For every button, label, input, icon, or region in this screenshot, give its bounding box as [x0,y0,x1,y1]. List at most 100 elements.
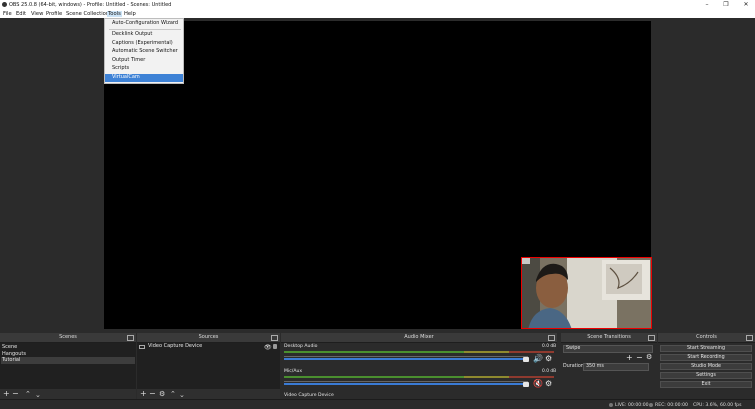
sources-toolbar: + − ⚙ ⌃ ⌃ [137,389,280,399]
sources-header: Sources [137,333,280,343]
scenes-title: Scenes [59,334,77,340]
window-title: OBS 25.0.8 (64-bit, windows) - Profile: … [9,1,172,8]
live-time: LIVE: 00:00:00 [615,402,649,408]
scene-transitions-title: Scene Transitions [587,334,631,340]
scenes-header: Scenes [0,333,136,343]
duration-input[interactable]: 350 ms [583,362,649,371]
menu-item-auto-configuration-wizard[interactable]: Auto-Configuration Wizard [105,20,183,28]
menu-profile[interactable]: Profile [46,11,62,17]
live-indicator-icon [609,403,613,407]
sources-dock: Sources Video Capture Device 👁 + − ⚙ ⌃ ⌃ [137,333,280,399]
add-transition-icon[interactable]: + [626,353,633,362]
menu-bar: File Edit View Profile Scene Collection … [0,9,755,18]
camera-icon [139,345,145,349]
muted-speaker-icon[interactable]: 🔇 [533,379,543,388]
menu-view[interactable]: View [31,11,43,17]
audio-mixer-dock: Audio Mixer Desktop Audio 0.0 dB 🔊 ⚙ Mic… [281,333,557,399]
scenes-list: Scene Hangouts Tutorial [0,343,136,389]
controls-title: Controls [696,334,717,340]
channel-name: Mic/Aux [284,369,303,374]
remove-scene-icon[interactable]: − [12,390,19,398]
audio-mixer-title: Audio Mixer [404,334,434,340]
channel-settings-gear-icon[interactable]: ⚙ [545,354,552,363]
volume-slider[interactable] [284,383,528,385]
menu-help[interactable]: Help [124,11,136,17]
remove-source-icon[interactable]: − [149,390,156,398]
duration-label: Duration [563,364,584,369]
menu-edit[interactable]: Edit [16,11,26,17]
webcam-image [522,258,651,328]
move-up-icon[interactable]: ⌃ [170,390,176,398]
exit-button[interactable]: Exit [660,381,752,388]
audio-mixer-header: Audio Mixer [281,333,557,343]
menu-item-scripts[interactable]: Scripts [105,65,183,73]
meter-scale [284,378,528,382]
rec-indicator-icon [649,403,653,407]
sources-title: Sources [198,334,219,340]
menu-item-output-timer[interactable]: Output Timer [105,57,183,65]
menu-tools[interactable]: Tools [107,10,122,17]
undock-icon[interactable] [746,335,753,341]
scenes-toolbar: + − ⌃ ⌃ [0,389,136,399]
mixer-channel-desktop-audio: Desktop Audio 0.0 dB 🔊 ⚙ [282,344,557,366]
undock-icon[interactable] [127,335,134,341]
menu-separator [109,29,181,30]
settings-button[interactable]: Settings [660,372,752,379]
close-button[interactable]: ✕ [740,1,752,8]
channel-settings-gear-icon[interactable]: ⚙ [545,379,552,388]
scene-transitions-dock: Scene Transitions Swipe + − ⚙ Duration 3… [561,333,657,399]
controls-body: Start Streaming Start Recording Studio M… [658,343,755,399]
menu-item-virtualcam[interactable]: VirtualCam [105,74,183,82]
volume-slider-handle[interactable] [523,356,529,362]
visibility-eye-icon[interactable]: 👁 [264,344,272,351]
menu-scene-collection[interactable]: Scene Collection [66,11,109,17]
mixer-channel-mic-aux: Mic/Aux 0.0 dB 🔇 ⚙ [282,369,557,391]
move-down-icon[interactable]: ⌃ [35,390,41,398]
scenes-dock: Scenes Scene Hangouts Tutorial + − ⌃ ⌃ [0,333,136,399]
menu-file[interactable]: File [3,11,12,17]
undock-icon[interactable] [548,335,555,341]
volume-slider-handle[interactable] [523,381,529,387]
video-capture-source[interactable] [521,257,652,329]
scene-item-selected[interactable]: Tutorial [1,357,135,364]
channel-db: 0.0 dB [542,369,557,374]
menu-item-decklink-output[interactable]: Decklink Output [105,31,183,39]
obs-logo-icon [2,1,7,7]
channel-name: Video Capture Device [284,393,334,398]
status-bar: LIVE: 00:00:00 REC: 00:00:00 CPU: 3.6%, … [0,399,755,409]
maximize-button[interactable]: ❐ [720,1,732,8]
source-properties-gear-icon[interactable]: ⚙ [159,390,165,398]
cpu-fps: CPU: 3.6%, 60.00 fps [693,402,742,408]
speaker-icon[interactable]: 🔊 [533,354,543,363]
transition-settings-gear-icon[interactable]: ⚙ [646,353,652,361]
start-streaming-button[interactable]: Start Streaming [660,345,752,352]
add-scene-icon[interactable]: + [3,390,10,398]
add-source-icon[interactable]: + [140,390,147,398]
tools-menu: Auto-Configuration Wizard Decklink Outpu… [104,18,184,84]
studio-mode-button[interactable]: Studio Mode [660,363,752,370]
undock-icon[interactable] [271,335,278,341]
move-down-icon[interactable]: ⌃ [179,390,185,398]
channel-db: 0.0 dB [542,344,557,349]
start-recording-button[interactable]: Start Recording [660,354,752,361]
transition-select[interactable]: Swipe [563,345,653,353]
undock-icon[interactable] [648,335,655,341]
controls-dock: Controls Start Streaming Start Recording… [658,333,755,399]
audio-mixer-body: Desktop Audio 0.0 dB 🔊 ⚙ Mic/Aux 0.0 dB … [281,343,557,399]
remove-transition-icon[interactable]: − [636,353,643,362]
menu-item-captions[interactable]: Captions (Experimental) [105,40,183,48]
source-item[interactable]: Video Capture Device [147,343,202,350]
scene-transitions-body: Swipe + − ⚙ Duration 350 ms [561,343,657,399]
move-up-icon[interactable]: ⌃ [25,390,31,398]
sources-list: Video Capture Device 👁 [137,343,280,389]
title-bar: OBS 25.0.8 (64-bit, windows) - Profile: … [0,0,755,9]
meter-scale [284,353,528,357]
rec-time: REC: 00:00:00 [655,402,688,408]
volume-slider[interactable] [284,358,528,360]
minimize-button[interactable]: – [701,1,713,8]
scene-transitions-header: Scene Transitions [561,333,657,343]
lock-icon[interactable] [273,344,277,349]
channel-name: Desktop Audio [284,344,318,349]
menu-item-automatic-scene-switcher[interactable]: Automatic Scene Switcher [105,48,183,56]
controls-header: Controls [658,333,755,343]
